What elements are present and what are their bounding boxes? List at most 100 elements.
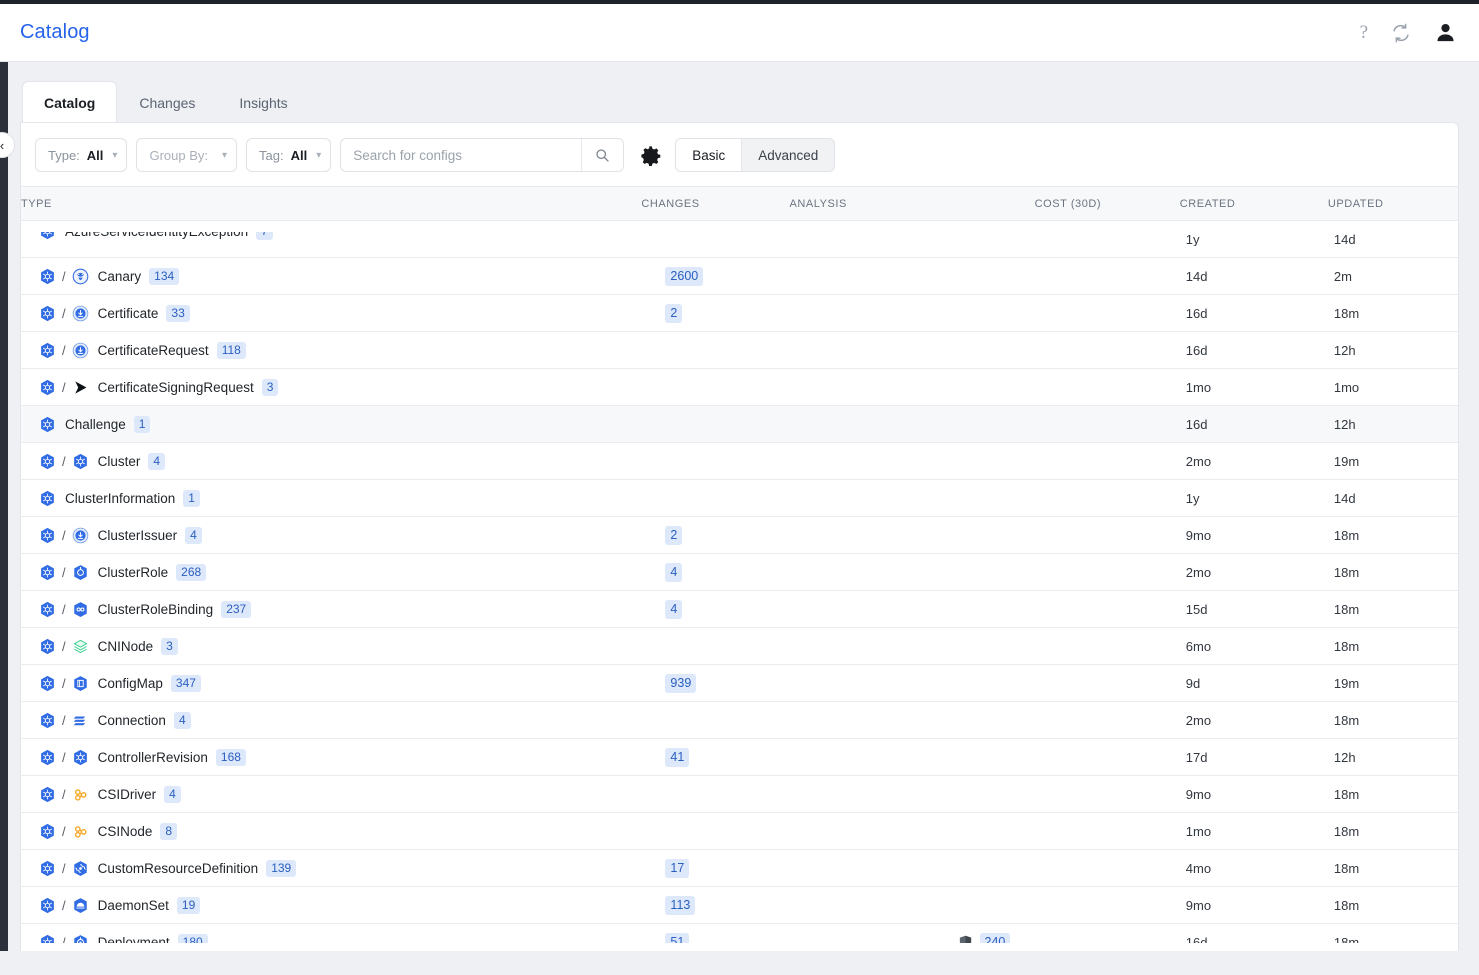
cell-type[interactable]: / CustomResourceDefinition 139 <box>21 849 642 887</box>
cell-changes: 2 <box>641 294 790 332</box>
cell-type[interactable]: / Certificate 33 <box>21 294 642 332</box>
user-avatar-icon[interactable] <box>1434 21 1457 44</box>
cell-changes: 2 <box>641 516 790 554</box>
help-icon[interactable]: ? <box>1360 22 1368 44</box>
table-row[interactable]: Challenge 1 16d 12h <box>21 405 1458 443</box>
column-header-created[interactable]: CREATED <box>1179 187 1328 221</box>
changes-badge[interactable]: 939 <box>665 673 697 693</box>
table-row[interactable]: / DaemonSet 19 113 9mo 18m <box>21 886 1458 924</box>
cell-type[interactable]: / ClusterRoleBinding 237 <box>21 590 642 628</box>
table-row[interactable]: / CSIDriver 4 9mo 18m <box>21 775 1458 813</box>
table-row[interactable]: / CNINode 3 6mo 18m <box>21 627 1458 665</box>
table-row[interactable]: / CustomResourceDefinition 139 17 4mo 18m <box>21 849 1458 887</box>
table-row[interactable]: / ControllerRevision 168 41 17d 12h <box>21 738 1458 776</box>
cell-type[interactable]: / DaemonSet 19 <box>21 886 642 924</box>
changes-badge[interactable]: 4 <box>665 599 683 619</box>
type-filter-dropdown[interactable]: Type: All ▾ <box>35 138 128 172</box>
changes-badge[interactable]: 4 <box>665 562 683 582</box>
cell-updated: 1mo <box>1327 368 1458 406</box>
column-header-analysis[interactable]: ANALYSIS <box>789 187 1035 221</box>
resource-count-badge: 237 <box>221 600 252 618</box>
cell-type[interactable]: / Canary 134 <box>21 257 642 295</box>
updated-value: 12h <box>1333 749 1356 765</box>
kubernetes-icon <box>41 638 54 654</box>
column-header-type[interactable]: TYPE <box>21 187 642 221</box>
column-header-changes[interactable]: CHANGES <box>641 187 790 221</box>
search-icon[interactable] <box>581 139 624 171</box>
created-value: 17d <box>1185 749 1208 765</box>
table-row[interactable]: / Canary 134 2600 14d 2m <box>21 257 1458 295</box>
table-row[interactable]: / ConfigMap 347 939 9d 19m <box>21 664 1458 702</box>
table-row[interactable]: / Cluster 4 2mo 19m <box>21 442 1458 480</box>
cell-type[interactable]: / CSIDriver 4 <box>21 775 642 813</box>
table-row[interactable]: / CertificateSigningRequest 3 1mo 1mo <box>21 368 1458 406</box>
cell-created: 2mo <box>1179 701 1328 739</box>
analysis-badge[interactable]: 240 <box>979 932 1011 943</box>
cell-type[interactable]: / ConfigMap 347 <box>21 664 642 702</box>
page-title: Catalog <box>20 21 90 43</box>
cell-created: 9mo <box>1179 775 1328 813</box>
catalog-table-scroll[interactable]: TYPE CHANGES ANALYSIS COST (30D) CREATED… <box>21 186 1458 943</box>
table-row[interactable]: ClusterInformation 1 1y 14d <box>21 479 1458 517</box>
table-row[interactable]: / ClusterRoleBinding 237 4 15d 18m <box>21 590 1458 628</box>
kubernetes-icon <box>41 601 54 617</box>
changes-badge[interactable]: 2600 <box>665 266 704 286</box>
table-row[interactable]: / Connection 4 2mo 18m <box>21 701 1458 739</box>
cell-type[interactable]: / CSINode 8 <box>21 812 642 850</box>
tab-changes[interactable]: Changes <box>117 81 217 123</box>
table-body: AzureServiceIdentityException 7 1y 14d / Ca… <box>21 220 1458 943</box>
cell-analysis <box>789 590 1035 628</box>
cell-cost <box>1034 442 1180 480</box>
table-row[interactable]: AzureServiceIdentityException 7 1y 14d <box>21 220 1458 258</box>
table-row[interactable]: / CertificateRequest 118 16d 12h <box>21 331 1458 369</box>
updated-value: 18m <box>1333 712 1360 728</box>
kubernetes-icon <box>41 675 54 691</box>
cell-type[interactable]: / CertificateRequest 118 <box>21 331 642 369</box>
cell-analysis <box>789 886 1035 924</box>
search-input[interactable] <box>341 139 582 171</box>
cell-type[interactable]: / CNINode 3 <box>21 627 642 665</box>
sidebar-collapse-button[interactable]: ‹ <box>0 132 15 158</box>
changes-badge[interactable]: 41 <box>665 747 690 767</box>
cell-type[interactable]: Challenge 1 <box>21 405 642 443</box>
created-value: 4mo <box>1185 860 1212 876</box>
column-header-cost[interactable]: COST (30D) <box>1034 187 1180 221</box>
changes-badge[interactable]: 2 <box>665 303 683 323</box>
updated-value: 18m <box>1333 860 1360 876</box>
resource-type-name: ControllerRevision <box>97 749 208 765</box>
table-row[interactable]: / Certificate 33 2 16d 18m <box>21 294 1458 332</box>
cell-analysis <box>789 738 1035 776</box>
cell-type[interactable]: / Cluster 4 <box>21 442 642 480</box>
gear-icon[interactable] <box>638 143 662 167</box>
table-row[interactable]: / Deployment 180 51 240 16d 18m <box>21 923 1458 943</box>
kubernetes-icon <box>41 749 54 765</box>
column-header-updated[interactable]: UPDATED <box>1327 187 1458 221</box>
changes-badge[interactable]: 2 <box>665 525 683 545</box>
cell-type[interactable]: AzureServiceIdentityException 7 <box>21 220 642 258</box>
tab-catalog[interactable]: Catalog <box>22 81 118 124</box>
page-footer <box>0 951 1479 975</box>
cell-type[interactable]: / ControllerRevision 168 <box>21 738 642 776</box>
view-mode-advanced[interactable]: Advanced <box>741 139 835 171</box>
cell-type[interactable]: ClusterInformation 1 <box>21 479 642 517</box>
cell-type[interactable]: / CertificateSigningRequest 3 <box>21 368 642 406</box>
table-row[interactable]: / ClusterRole 268 4 2mo 18m <box>21 553 1458 591</box>
cell-type[interactable]: / ClusterIssuer 4 <box>21 516 642 554</box>
cell-type[interactable]: / Deployment 180 <box>21 923 642 943</box>
table-row[interactable]: / ClusterIssuer 4 2 9mo 18m <box>21 516 1458 554</box>
group-by-dropdown[interactable]: Group By: ▾ <box>136 138 238 172</box>
resource-type-name: Canary <box>97 268 142 284</box>
changes-badge[interactable]: 51 <box>665 932 690 943</box>
refresh-icon[interactable] <box>1390 22 1412 44</box>
updated-value: 12h <box>1333 342 1356 358</box>
tab-insights[interactable]: Insights <box>217 81 309 123</box>
view-mode-basic[interactable]: Basic <box>676 139 742 171</box>
cluster-role-icon <box>73 564 87 580</box>
table-row[interactable]: / CSINode 8 1mo 18m <box>21 812 1458 850</box>
cell-type[interactable]: / ClusterRole 268 <box>21 553 642 591</box>
cell-type[interactable]: / Connection 4 <box>21 701 642 739</box>
tag-filter-dropdown[interactable]: Tag: All ▾ <box>246 138 332 172</box>
resource-type-name: Cluster <box>97 453 141 469</box>
changes-badge[interactable]: 17 <box>665 858 690 878</box>
changes-badge[interactable]: 113 <box>665 895 696 915</box>
